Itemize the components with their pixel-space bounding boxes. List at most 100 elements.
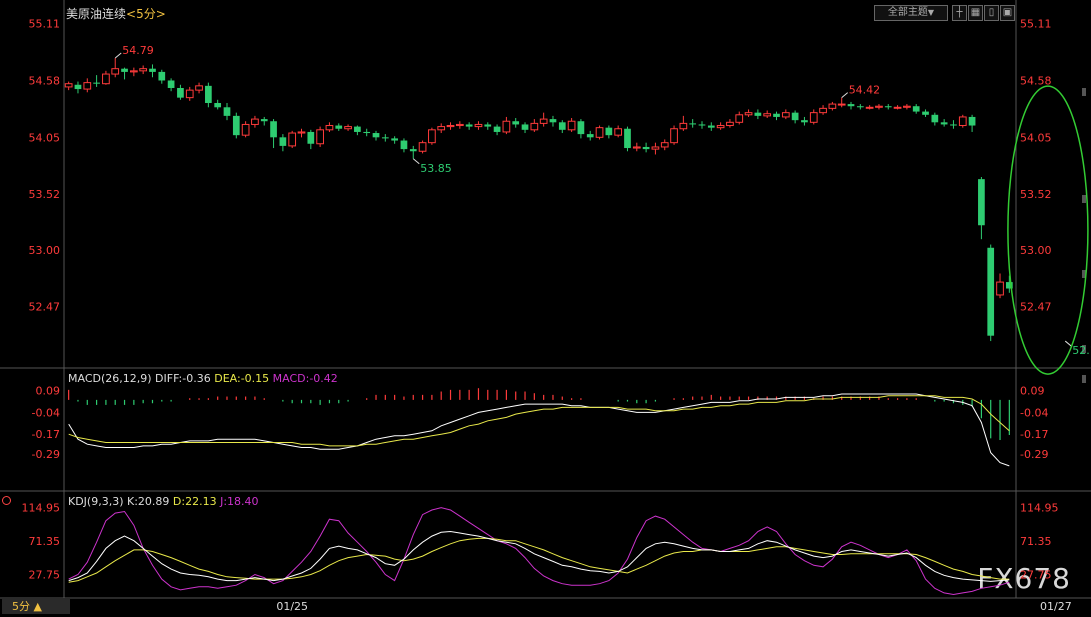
scrollbar-marker bbox=[1082, 375, 1086, 383]
candle-body bbox=[158, 71, 166, 81]
candle-body bbox=[521, 124, 529, 130]
candle-body bbox=[893, 106, 902, 109]
candle-body bbox=[595, 127, 604, 138]
candle-body bbox=[754, 112, 762, 116]
candle-body bbox=[950, 124, 957, 126]
candle-body bbox=[651, 146, 660, 150]
candle-body bbox=[884, 106, 892, 108]
candle-body bbox=[111, 68, 120, 75]
candle-body bbox=[987, 247, 995, 336]
candle-body bbox=[875, 105, 883, 108]
scrollbar-marker bbox=[1082, 195, 1086, 203]
price-annotation: 52.15 bbox=[1072, 344, 1091, 357]
candle-body bbox=[763, 113, 772, 117]
x-axis-date-label: 01/25 bbox=[276, 600, 308, 613]
candle-body bbox=[74, 84, 82, 90]
candle-body bbox=[484, 124, 492, 127]
candle-body bbox=[781, 112, 790, 118]
candle-body bbox=[83, 82, 92, 90]
annotation-pointer bbox=[412, 158, 420, 165]
candle-body bbox=[577, 121, 585, 135]
candle-body bbox=[335, 125, 343, 129]
macd-diff-line bbox=[68, 393, 1010, 467]
candle-body bbox=[205, 85, 212, 104]
candle-body bbox=[912, 106, 920, 112]
kdj-d-line bbox=[68, 537, 1010, 583]
candle-body bbox=[381, 137, 389, 139]
candle-body bbox=[642, 146, 650, 150]
candle-body bbox=[707, 125, 715, 128]
candle-body bbox=[549, 119, 557, 123]
candle-body bbox=[307, 131, 315, 144]
candle-body bbox=[791, 112, 799, 121]
candle-body bbox=[512, 121, 520, 125]
candle-body bbox=[214, 103, 222, 108]
macd-tick-right: 0.09 bbox=[1020, 385, 1045, 398]
kdj-tick-left: 71.35 bbox=[29, 535, 61, 548]
candle-body bbox=[279, 137, 287, 146]
candle-body bbox=[223, 107, 231, 116]
stock-chart[interactable]: 55.11 55.1154.58 54.5854.05 54.0553.52 53.52… bbox=[0, 0, 1091, 617]
macd-tick-left: 0.09 bbox=[36, 385, 61, 398]
candle-body bbox=[940, 122, 948, 125]
candle-body bbox=[241, 123, 250, 136]
candle-body bbox=[177, 87, 184, 98]
kdj-tick-right: 71.35 bbox=[1020, 535, 1052, 548]
candle-body bbox=[409, 149, 417, 152]
candle-body bbox=[586, 134, 594, 138]
candle-body bbox=[139, 68, 148, 72]
price-tick-right: 54.05 bbox=[1020, 131, 1052, 144]
macd-tick-left: -0.29 bbox=[32, 448, 60, 461]
candle-body bbox=[288, 132, 297, 147]
candle-body bbox=[391, 138, 398, 141]
candle-body bbox=[809, 112, 818, 123]
price-tick-left: 54.05 bbox=[29, 131, 61, 144]
kdj-tick-right: 27.75 bbox=[1020, 569, 1052, 582]
price-annotation: 54.79 bbox=[122, 44, 154, 57]
candle-body bbox=[828, 103, 837, 109]
candle-body bbox=[167, 80, 175, 88]
kdj-k-line bbox=[68, 530, 1010, 582]
annotation-pointer bbox=[114, 52, 122, 59]
candle-body bbox=[270, 121, 277, 138]
candle-body bbox=[996, 281, 1004, 296]
candle-body bbox=[968, 116, 976, 126]
candle-body bbox=[773, 113, 780, 117]
candle-body bbox=[102, 73, 110, 85]
candle-body bbox=[539, 118, 548, 124]
candle-body bbox=[605, 127, 613, 136]
macd-tick-right: -0.04 bbox=[1020, 406, 1048, 419]
candle-body bbox=[195, 85, 203, 91]
candle-body bbox=[801, 120, 808, 123]
candle-body bbox=[400, 140, 408, 150]
candle-body bbox=[837, 103, 846, 106]
annotation-pointer bbox=[841, 92, 849, 99]
candle-body bbox=[502, 120, 511, 133]
price-tick-left: 54.58 bbox=[29, 74, 61, 87]
kdj-tick-right: 114.95 bbox=[1020, 502, 1059, 515]
candle-body bbox=[455, 123, 464, 127]
macd-tick-right: -0.29 bbox=[1020, 448, 1048, 461]
kdj-tick-left: 27.75 bbox=[29, 569, 61, 582]
candle-body bbox=[260, 119, 268, 122]
candle-body bbox=[437, 126, 446, 131]
candle-body bbox=[856, 106, 864, 108]
candle-body bbox=[614, 128, 623, 136]
price-tick-left: 53.52 bbox=[29, 188, 61, 201]
x-axis-date-label: 01/27 bbox=[1040, 600, 1072, 613]
candle-body bbox=[698, 124, 706, 126]
candle-body bbox=[64, 83, 73, 88]
price-tick-right: 53.52 bbox=[1020, 188, 1052, 201]
candle-body bbox=[670, 128, 678, 144]
candle-body bbox=[493, 126, 501, 132]
candle-body bbox=[624, 128, 631, 149]
candle-body bbox=[847, 104, 855, 107]
price-tick-right: 53.00 bbox=[1020, 244, 1052, 257]
candle-body bbox=[149, 68, 156, 72]
candle-body bbox=[689, 123, 697, 125]
candle-body bbox=[474, 123, 483, 128]
macd-tick-left: -0.04 bbox=[32, 406, 60, 419]
candle-body bbox=[632, 146, 641, 149]
candle-body bbox=[567, 120, 576, 131]
candle-body bbox=[93, 82, 100, 84]
